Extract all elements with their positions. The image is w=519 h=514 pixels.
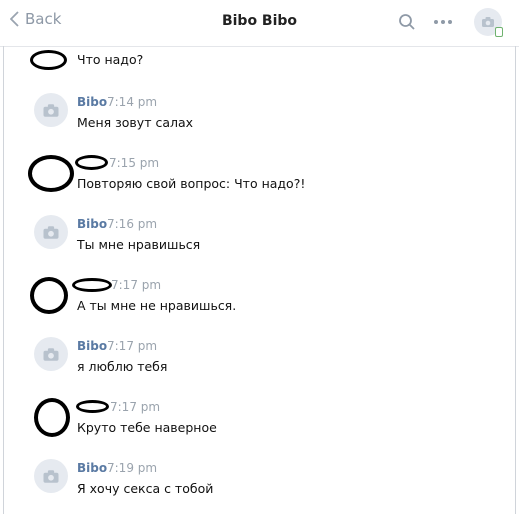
redaction-scribble [28, 155, 74, 192]
redaction-scribble [30, 277, 68, 314]
redaction-scribble [76, 400, 109, 413]
online-indicator [495, 27, 503, 37]
message-time: 7:15 pm [109, 156, 160, 170]
sender-avatar[interactable] [34, 215, 68, 249]
message-item: Bibo 7:17 pm я люблю тебя [0, 337, 519, 389]
chevron-left-icon [10, 11, 19, 27]
camera-icon [482, 17, 494, 27]
camera-icon [43, 103, 59, 117]
sender-name[interactable]: Bibo [77, 217, 107, 231]
message-item: Bibo 7:14 pm Меня зовут салах [0, 93, 519, 145]
message-text: я люблю тебя [77, 359, 168, 374]
message-time: 7:17 pm [111, 278, 162, 292]
camera-icon [43, 347, 59, 361]
header-avatar[interactable] [474, 8, 503, 37]
sender-avatar[interactable] [34, 459, 68, 493]
message-time: 7:17 pm [110, 400, 161, 414]
sender-name[interactable]: Bibo [77, 461, 107, 475]
message-text: Меня зовут салах [77, 115, 194, 130]
message-item: Bibo 7:19 pm Я хочу секса с тобой [0, 459, 519, 511]
redaction-scribble [75, 155, 108, 170]
message-item: Что надо? [0, 38, 519, 90]
message-text: А ты мне не нравишься. [77, 298, 237, 313]
message-item: 7:17 pm А ты мне не нравишься. [0, 276, 519, 328]
search-icon[interactable] [398, 13, 416, 31]
message-text: Повторяю свой вопрос: Что надо?! [77, 176, 306, 191]
message-item: Bibo 7:16 pm Ты мне нравишься [0, 215, 519, 267]
sender-name[interactable]: Bibo [77, 339, 107, 353]
camera-icon [43, 225, 59, 239]
sender-name[interactable]: Bibo [77, 95, 107, 109]
more-icon[interactable] [433, 19, 453, 25]
back-label: Back [25, 10, 62, 28]
message-text: Я хочу секса с тобой [77, 481, 214, 496]
message-time: 7:14 pm [107, 95, 158, 109]
message-time: 7:17 pm [107, 339, 158, 353]
message-time: 7:19 pm [107, 461, 158, 475]
message-time: 7:16 pm [107, 217, 158, 231]
camera-icon [43, 469, 59, 483]
message-item: 7:15 pm Повторяю свой вопрос: Что надо?! [0, 154, 519, 206]
sender-avatar[interactable] [34, 337, 68, 371]
message-text: Что надо? [77, 52, 144, 67]
redaction-scribble [34, 398, 70, 437]
message-text: Ты мне нравишься [77, 237, 201, 252]
sender-avatar[interactable] [34, 93, 68, 127]
message-item: 7:17 pm Круто тебе наверное [0, 398, 519, 450]
redaction-scribble [72, 278, 112, 292]
back-button[interactable]: Back [10, 10, 61, 28]
redaction-scribble [30, 50, 67, 70]
message-text: Круто тебе наверное [77, 420, 217, 435]
